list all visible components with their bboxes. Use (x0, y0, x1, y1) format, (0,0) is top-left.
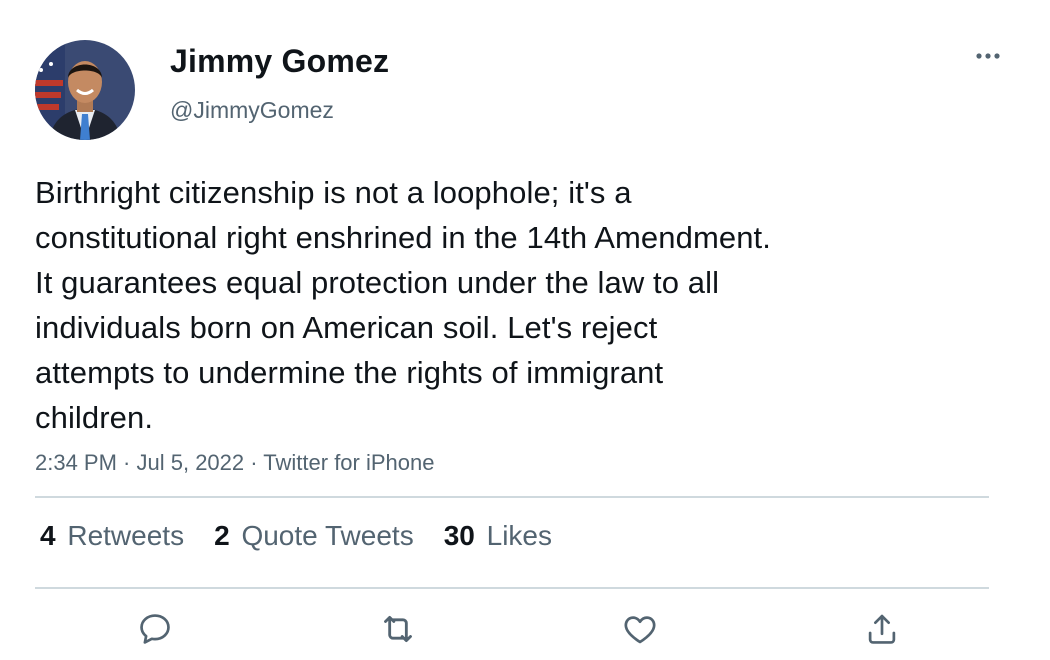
tweet-time[interactable]: 2:34 PM (35, 450, 117, 475)
retweets-stat[interactable]: 4 Retweets (40, 520, 184, 552)
tweet-source[interactable]: Twitter for iPhone (263, 450, 434, 475)
retweet-icon (384, 615, 412, 643)
tweet-line: individuals born on American soil. Let's… (35, 310, 658, 345)
profile-photo (35, 40, 135, 140)
tweet-date[interactable]: Jul 5, 2022 (137, 450, 245, 475)
tweet-line: It guarantees equal protection under the… (35, 265, 720, 300)
like-button[interactable] (620, 609, 660, 649)
quote-tweets-stat[interactable]: 2 Quote Tweets (214, 520, 414, 552)
likes-label: Likes (486, 520, 553, 551)
tweet-line: Birthright citizenship is not a loophole… (35, 175, 632, 210)
tweet-meta: 2:34 PM · Jul 5, 2022 · Twitter for iPho… (35, 450, 434, 476)
tweet-line: constitutional right enshrined in the 14… (35, 220, 771, 255)
tweet-stats: 4 Retweets 2 Quote Tweets 30 Likes (40, 520, 552, 552)
tweet-line: attempts to undermine the rights of immi… (35, 355, 664, 390)
meta-separator: · (244, 450, 264, 475)
retweet-button[interactable] (378, 609, 418, 649)
tweet-line: children. (35, 400, 154, 435)
retweets-count: 4 (40, 520, 56, 551)
avatar[interactable] (35, 40, 135, 140)
more-options-icon[interactable] (968, 42, 1008, 72)
share-icon (868, 614, 896, 644)
meta-separator: · (116, 450, 137, 475)
heart-icon (624, 616, 656, 644)
quote-tweets-count: 2 (214, 520, 230, 551)
divider (35, 496, 989, 498)
divider (35, 587, 989, 589)
author-handle[interactable]: @JimmyGomez (170, 97, 334, 124)
likes-stat[interactable]: 30 Likes (444, 520, 552, 552)
reply-button[interactable] (135, 609, 175, 649)
quote-tweets-label: Quote Tweets (241, 520, 414, 551)
reply-icon (140, 614, 170, 644)
tweet-text: Birthright citizenship is not a loophole… (35, 170, 935, 440)
retweets-label: Retweets (67, 520, 185, 551)
author-name[interactable]: Jimmy Gomez (170, 43, 389, 80)
likes-count: 30 (443, 520, 475, 551)
share-button[interactable] (862, 609, 902, 649)
